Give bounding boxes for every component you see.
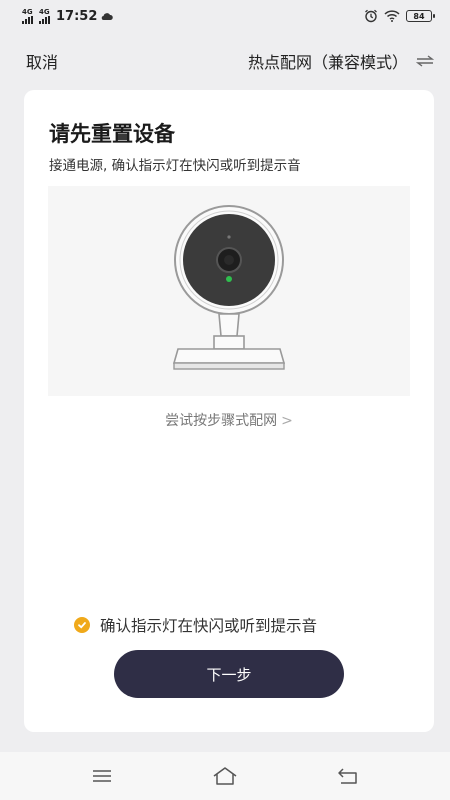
menu-icon[interactable] <box>82 761 122 791</box>
signal-sim1-icon: 4G <box>22 7 33 24</box>
camera-device-icon <box>172 205 286 370</box>
home-icon[interactable] <box>205 761 245 791</box>
card-subtitle: 接通电源, 确认指示灯在快闪或听到提示音 <box>49 158 301 174</box>
status-time: 17:52 <box>56 8 98 24</box>
sim2-label: 4G <box>39 7 50 16</box>
next-button[interactable]: 下一步 <box>114 650 344 698</box>
device-illustration <box>48 186 410 396</box>
nav-bar: 取消 热点配网（兼容模式） <box>0 44 450 78</box>
status-left: 4G 4G 17:52 <box>22 7 114 24</box>
card-title: 请先重置设备 <box>49 122 175 146</box>
alarm-icon <box>365 9 377 23</box>
step-mode-link-label: 尝试按步骤式配网 <box>165 413 278 429</box>
confirm-checkbox-row[interactable]: 确认指示灯在快闪或听到提示音 <box>74 614 317 636</box>
step-mode-link[interactable]: 尝试按步骤式配网 > <box>24 410 434 430</box>
chevron-right-icon: > <box>281 413 293 429</box>
swap-icon[interactable] <box>416 55 434 67</box>
battery-icon: 84 <box>406 10 435 22</box>
cloud-icon <box>102 13 114 21</box>
back-icon[interactable] <box>328 761 368 791</box>
status-bar: 4G 4G 17:52 84 <box>0 0 450 32</box>
system-nav-bar <box>0 752 450 800</box>
status-right: 84 <box>364 9 435 23</box>
cancel-button[interactable]: 取消 <box>26 49 58 73</box>
signal-sim2-icon: 4G <box>39 7 50 24</box>
checkmark-icon[interactable] <box>74 617 90 633</box>
battery-level: 84 <box>413 11 425 21</box>
wifi-icon <box>384 10 400 22</box>
reset-card: 请先重置设备 接通电源, 确认指示灯在快闪或听到提示音 尝试按步骤式配网 > 确认… <box>24 90 434 732</box>
mode-switch-button[interactable]: 热点配网（兼容模式） <box>248 49 434 73</box>
page-title: 热点配网（兼容模式） <box>247 53 408 72</box>
sim1-label: 4G <box>22 7 33 16</box>
confirm-label: 确认指示灯在快闪或听到提示音 <box>100 617 318 635</box>
